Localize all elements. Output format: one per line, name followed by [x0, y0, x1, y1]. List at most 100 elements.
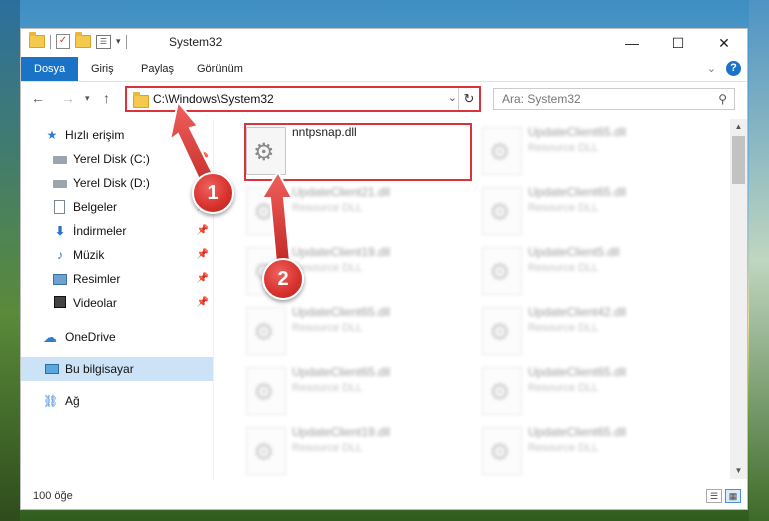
- sidebar-item-label: Ağ: [65, 394, 80, 408]
- star-icon: ★: [46, 128, 58, 142]
- toolbar-divider: [125, 34, 127, 49]
- address-history-chevron-icon[interactable]: ⌄: [448, 91, 457, 104]
- scroll-down-arrow-icon[interactable]: ▼: [730, 463, 747, 479]
- tab-view[interactable]: Görünüm: [197, 57, 243, 81]
- desktop-background-right: [749, 0, 769, 521]
- file-name: UpdateClient42.dll: [528, 305, 627, 319]
- step-marker-2: 2: [262, 258, 304, 300]
- pin-icon[interactable]: 📌: [197, 267, 209, 291]
- new-folder-icon[interactable]: [75, 32, 91, 48]
- sidebar-item-local-disk-d[interactable]: Yerel Disk (D:) 📌: [21, 171, 213, 195]
- checkmark-properties-icon[interactable]: ✓: [56, 34, 70, 49]
- maximize-button[interactable]: ☐: [655, 29, 701, 57]
- document-icon: [54, 200, 65, 214]
- sidebar-item-downloads[interactable]: ⬇ İndirmeler 📌: [21, 219, 213, 243]
- window-title: System32: [169, 35, 223, 49]
- title-bar: ✓ ☰ ▾ System32 — ☐ ✕: [21, 29, 747, 57]
- highlight-box: [244, 123, 472, 181]
- file-name: UpdateClient65.dll: [528, 365, 627, 379]
- file-type: Resource DLL: [528, 322, 599, 334]
- address-bar[interactable]: C:\Windows\System32 ⌄ ↻: [125, 86, 481, 112]
- file-item[interactable]: UpdateClient65.dll Resource DLL: [482, 423, 710, 479]
- folder-icon: [29, 32, 45, 48]
- file-name: UpdateClient65.dll: [528, 425, 627, 439]
- search-icon[interactable]: ⚲: [718, 92, 727, 106]
- sidebar-item-network[interactable]: ⛓ Ağ: [21, 389, 213, 413]
- details-view-icon[interactable]: ☰: [706, 489, 722, 503]
- dll-file-icon: [482, 427, 522, 475]
- back-arrow-icon[interactable]: ←: [31, 90, 45, 106]
- sidebar-item-documents[interactable]: Belgeler 📌: [21, 195, 213, 219]
- sidebar-item-videos[interactable]: Videolar 📌: [21, 291, 213, 315]
- sidebar-item-label: Belgeler: [73, 200, 118, 214]
- file-item[interactable]: UpdateClient65.dll Resource DLL: [246, 303, 474, 361]
- sidebar-item-music[interactable]: ♪ Müzik 📌: [21, 243, 213, 267]
- help-icon[interactable]: ?: [726, 61, 741, 76]
- step-marker-1: 1: [192, 172, 234, 214]
- file-name: UpdateClient65.dll: [292, 305, 391, 319]
- status-bar: 100 öğe ☰ ▦: [21, 485, 747, 509]
- file-type: Resource DLL: [528, 142, 599, 154]
- file-type: Resource DLL: [292, 382, 363, 394]
- picture-icon: [53, 274, 67, 285]
- forward-arrow-icon[interactable]: →: [61, 90, 75, 106]
- ribbon-controls: ⌄ ?: [707, 61, 741, 76]
- sidebar-item-local-disk-c[interactable]: Yerel Disk (C:) 📌: [21, 147, 213, 171]
- properties-icon[interactable]: ☰: [96, 34, 111, 49]
- refresh-icon[interactable]: ↻: [458, 88, 479, 110]
- computer-icon: [45, 364, 59, 374]
- file-item[interactable]: UpdateClient21.dll Resource DLL: [246, 183, 474, 241]
- download-icon: ⬇: [54, 224, 66, 238]
- file-name: UpdateClient65.dll: [292, 365, 391, 379]
- customize-toolbar-chevron-icon[interactable]: ▾: [116, 36, 121, 47]
- vertical-scrollbar[interactable]: ▲ ▼: [730, 119, 747, 479]
- file-type: Resource DLL: [528, 382, 599, 394]
- tiles-view-icon[interactable]: ▦: [725, 489, 741, 503]
- file-item[interactable]: UpdateClient65.dll Resource DLL: [246, 363, 474, 421]
- file-type: Resource DLL: [528, 262, 599, 274]
- tab-home[interactable]: Giriş: [91, 57, 114, 81]
- expand-ribbon-chevron-icon[interactable]: ⌄: [707, 62, 716, 75]
- sidebar-item-label: Hızlı erişim: [65, 128, 125, 142]
- dll-file-icon: [482, 187, 522, 235]
- address-path[interactable]: C:\Windows\System32: [153, 92, 274, 106]
- search-box[interactable]: Ara: System32 ⚲: [493, 88, 735, 110]
- scrollbar-thumb[interactable]: [732, 136, 745, 184]
- file-name: UpdateClient5.dll: [528, 245, 620, 259]
- file-name: UpdateClient19.dll: [292, 425, 391, 439]
- sidebar-item-this-pc[interactable]: Bu bilgisayar: [21, 357, 213, 381]
- tab-file[interactable]: Dosya: [21, 57, 79, 81]
- file-item[interactable]: UpdateClient19.dll Resource DLL: [246, 423, 474, 479]
- scroll-up-arrow-icon[interactable]: ▲: [730, 119, 747, 135]
- pin-icon[interactable]: 📌: [197, 291, 209, 315]
- file-item[interactable]: UpdateClient42.dll Resource DLL: [482, 303, 710, 361]
- file-type: Resource DLL: [292, 322, 363, 334]
- desktop-background-left: [0, 0, 20, 521]
- pin-icon[interactable]: 📌: [197, 147, 209, 171]
- up-arrow-icon[interactable]: ↑: [103, 90, 110, 106]
- file-item[interactable]: UpdateClient65.dll Resource DLL: [482, 183, 710, 241]
- file-item[interactable]: UpdateClient65.dll Resource DLL: [482, 363, 710, 421]
- tab-share[interactable]: Paylaş: [141, 57, 174, 81]
- sidebar-item-label: OneDrive: [65, 330, 116, 344]
- sidebar-item-label: Videolar: [73, 296, 117, 310]
- sidebar-item-label: Yerel Disk (C:): [73, 152, 150, 166]
- drive-icon: [53, 180, 67, 188]
- minimize-button[interactable]: —: [609, 29, 655, 57]
- file-item[interactable]: UpdateClient5.dll Resource DLL: [482, 243, 710, 301]
- close-button[interactable]: ✕: [701, 29, 747, 57]
- pin-icon[interactable]: 📌: [197, 219, 209, 243]
- sidebar-item-label: Müzik: [73, 248, 105, 262]
- explorer-window: ✓ ☰ ▾ System32 — ☐ ✕ Dosya Giriş Paylaş …: [20, 28, 748, 510]
- sidebar-item-pictures[interactable]: Resimler 📌: [21, 267, 213, 291]
- pin-icon[interactable]: 📌: [197, 243, 209, 267]
- sidebar-item-quick-access[interactable]: ★ Hızlı erişim: [21, 123, 213, 147]
- item-count: 100 öğe: [33, 490, 73, 502]
- recent-locations-chevron-icon[interactable]: ▾: [85, 93, 90, 104]
- quick-access-toolbar: ✓ ☰ ▾: [29, 32, 127, 49]
- sidebar-item-onedrive[interactable]: ☁ OneDrive: [21, 325, 213, 349]
- sidebar-item-label: Bu bilgisayar: [65, 362, 134, 376]
- search-placeholder[interactable]: Ara: System32: [502, 92, 581, 106]
- file-name: UpdateClient21.dll: [292, 185, 391, 199]
- file-item[interactable]: UpdateClient65.dll Resource DLL: [482, 123, 710, 181]
